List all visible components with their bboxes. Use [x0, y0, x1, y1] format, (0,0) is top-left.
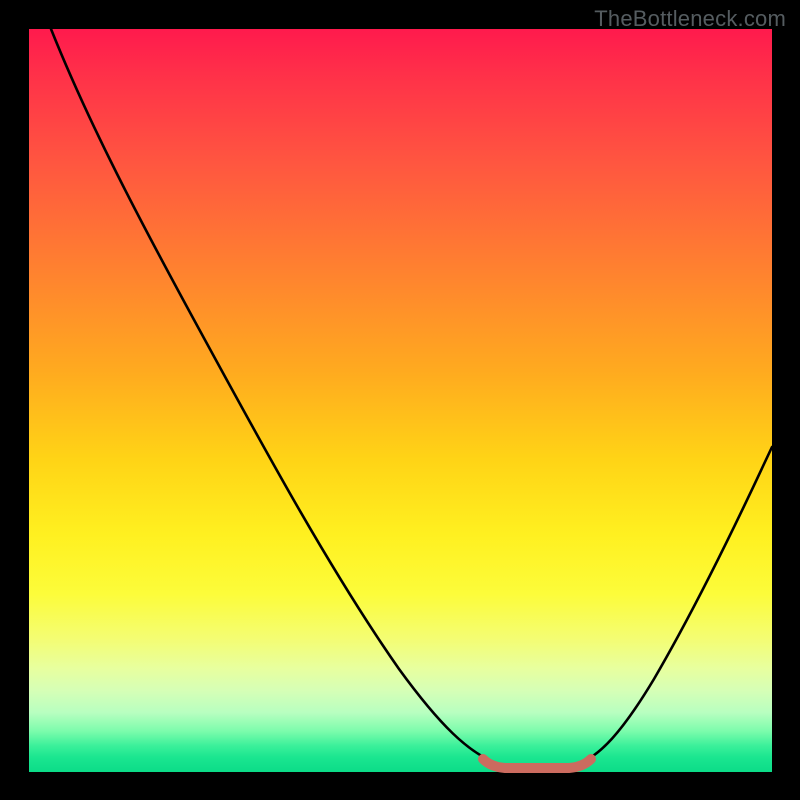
- bottleneck-curve: [51, 29, 772, 768]
- chart-frame: TheBottleneck.com: [0, 0, 800, 800]
- watermark-text: TheBottleneck.com: [594, 6, 786, 32]
- highlight-marker: [483, 759, 591, 768]
- chart-svg: [29, 29, 772, 772]
- plot-area: [29, 29, 772, 772]
